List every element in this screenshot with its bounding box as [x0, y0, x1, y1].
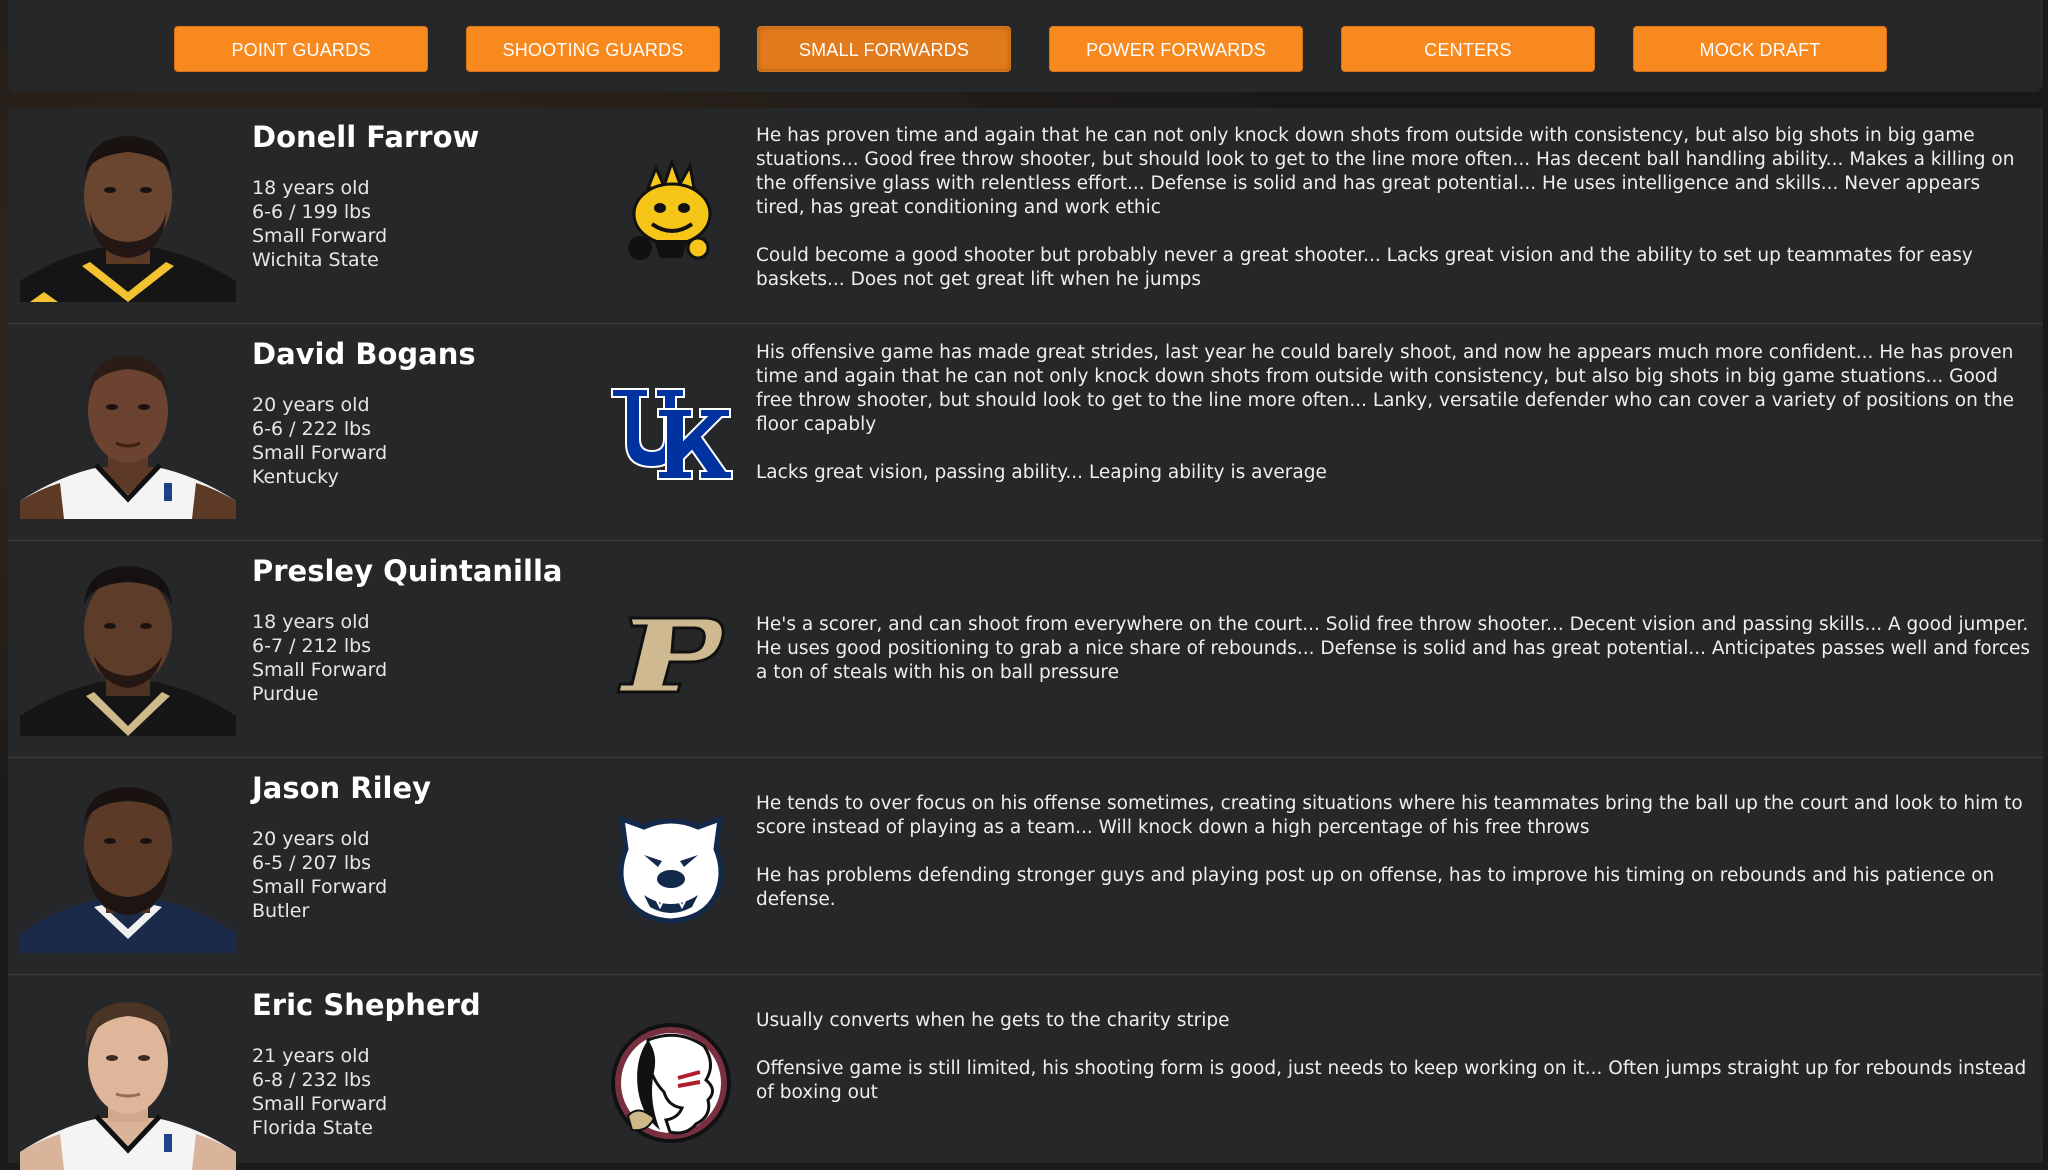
player-name[interactable]: Donell Farrow: [252, 120, 479, 154]
butler-bulldog-logo-icon: [608, 803, 734, 929]
player-headshot: [20, 550, 236, 736]
shooting-guards-button[interactable]: SHOOTING GUARDS: [466, 26, 720, 72]
player-row[interactable]: Eric Shepherd 21 years old 6-8 / 232 lbs…: [8, 976, 2043, 1170]
strengths-text: His offensive game has made great stride…: [756, 342, 2015, 435]
scouting-report: His offensive game has made great stride…: [756, 341, 2031, 485]
player-name[interactable]: David Bogans: [252, 337, 476, 371]
scouting-report: Usually converts when he gets to the cha…: [756, 1009, 2031, 1105]
small-forwards-button[interactable]: SMALL FORWARDS: [757, 26, 1011, 72]
player-name[interactable]: Presley Quintanilla: [252, 554, 562, 588]
player-info: 21 years old 6-8 / 232 lbs Small Forward…: [252, 1044, 387, 1140]
player-position: Small Forward: [252, 876, 388, 898]
scouting-report: He tends to over focus on his offense so…: [756, 792, 2031, 912]
player-age: 20 years old: [252, 828, 370, 850]
player-school: Butler: [252, 900, 310, 922]
weaknesses-text: Offensive game is still limited, his sho…: [756, 1058, 2027, 1103]
player-headshot: [20, 116, 236, 302]
player-size: 6-6 / 222 lbs: [252, 418, 372, 440]
player-row[interactable]: David Bogans 20 years old 6-6 / 222 lbs …: [8, 325, 2043, 541]
player-size: 6-6 / 199 lbs: [252, 201, 372, 223]
scouting-report: He has proven time and again that he can…: [756, 124, 2031, 292]
player-headshot: [20, 984, 236, 1170]
player-age: 20 years old: [252, 394, 370, 416]
player-size: 6-5 / 207 lbs: [252, 852, 372, 874]
scouting-report: He's a scorer, and can shoot from everyw…: [756, 613, 2031, 685]
player-name[interactable]: Eric Shepherd: [252, 988, 481, 1022]
strengths-text: He has proven time and again that he can…: [756, 125, 2015, 218]
weaknesses-text: He has problems defending stronger guys …: [756, 865, 1995, 910]
player-row[interactable]: Presley Quintanilla 18 years old 6-7 / 2…: [8, 542, 2043, 758]
wichita-state-shocker-logo-icon: [608, 152, 734, 278]
player-position: Small Forward: [252, 225, 388, 247]
power-forwards-button[interactable]: POWER FORWARDS: [1049, 26, 1303, 72]
florida-state-seminole-logo-icon: [608, 1020, 734, 1146]
player-size: 6-8 / 232 lbs: [252, 1069, 372, 1091]
strengths-text: He tends to over focus on his offense so…: [756, 793, 2023, 838]
player-list: Donell Farrow 18 years old 6-6 / 199 lbs…: [8, 108, 2043, 1170]
player-info: 20 years old 6-6 / 222 lbs Small Forward…: [252, 393, 387, 489]
player-headshot: [20, 333, 236, 519]
player-school: Florida State: [252, 1117, 373, 1139]
player-school: Wichita State: [252, 249, 379, 271]
kentucky-uk-logo-icon: [608, 369, 734, 495]
player-info: 18 years old 6-6 / 199 lbs Small Forward…: [252, 176, 387, 272]
player-name[interactable]: Jason Riley: [252, 771, 431, 805]
mock-draft-button[interactable]: MOCK DRAFT: [1633, 26, 1887, 72]
player-headshot: [20, 767, 236, 953]
player-position: Small Forward: [252, 442, 388, 464]
centers-button[interactable]: CENTERS: [1341, 26, 1595, 72]
player-row[interactable]: Jason Riley 20 years old 6-5 / 207 lbs S…: [8, 759, 2043, 975]
player-school: Purdue: [252, 683, 319, 705]
weaknesses-text: Could become a good shooter but probably…: [756, 245, 1973, 290]
weaknesses-text: Lacks great vision, passing ability... L…: [756, 462, 1327, 483]
player-info: 20 years old 6-5 / 207 lbs Small Forward…: [252, 827, 387, 923]
player-size: 6-7 / 212 lbs: [252, 635, 372, 657]
player-position: Small Forward: [252, 1093, 388, 1115]
player-age: 18 years old: [252, 177, 370, 199]
player-age: 18 years old: [252, 611, 370, 633]
player-position: Small Forward: [252, 659, 388, 681]
player-info: 18 years old 6-7 / 212 lbs Small Forward…: [252, 610, 387, 706]
point-guards-button[interactable]: POINT GUARDS: [174, 26, 428, 72]
strengths-text: He's a scorer, and can shoot from everyw…: [756, 614, 2031, 683]
position-nav-bar: POINT GUARDS SHOOTING GUARDS SMALL FORWA…: [8, 0, 2043, 92]
player-age: 21 years old: [252, 1045, 370, 1067]
strengths-text: Usually converts when he gets to the cha…: [756, 1010, 1230, 1031]
player-school: Kentucky: [252, 466, 339, 488]
player-row[interactable]: Donell Farrow 18 years old 6-6 / 199 lbs…: [8, 108, 2043, 324]
purdue-p-logo-icon: [608, 588, 734, 714]
